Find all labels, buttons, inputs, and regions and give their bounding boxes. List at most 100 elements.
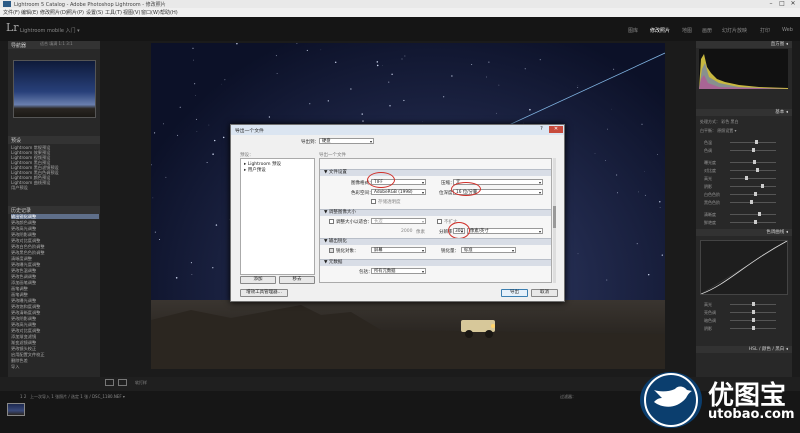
slider-9[interactable]: 鲜艳度: [704, 220, 788, 225]
softproof-checkbox[interactable]: 软打样: [135, 380, 147, 386]
history-item[interactable]: 更改阴影调整: [11, 232, 99, 237]
resize-dimension[interactable]: 2000: [401, 229, 412, 234]
slider-thumb[interactable]: [745, 176, 749, 180]
filmstrip-pages[interactable]: 1 2: [20, 394, 26, 399]
history-item[interactable]: 渐变滤镜调整: [11, 340, 99, 345]
white-balance-select[interactable]: 白平衡： 原照设置 ▾: [700, 128, 737, 134]
export-button[interactable]: 导出: [501, 289, 528, 297]
slider-thumb[interactable]: [754, 220, 758, 224]
slider-thumb[interactable]: [757, 212, 761, 216]
preset-user[interactable]: ▸ 用户预设: [244, 167, 266, 173]
slider-4[interactable]: 高光: [704, 176, 788, 181]
module-library[interactable]: 图库: [628, 27, 638, 34]
settings-scrollbar[interactable]: [553, 158, 556, 283]
close-button[interactable]: ✕: [788, 0, 798, 8]
resize-mode-select[interactable]: 长边: [371, 218, 426, 224]
metadata-select[interactable]: 所有元数据: [371, 268, 426, 274]
slider-thumb[interactable]: [752, 318, 755, 322]
basic-header[interactable]: 基本 ◂: [696, 109, 792, 116]
region-slider-1[interactable]: 亮色调: [704, 310, 788, 315]
navigator-thumbnail[interactable]: [13, 60, 96, 118]
color-space-select[interactable]: AdobeRGB (1998): [371, 189, 426, 195]
remove-preset-button[interactable]: 移去: [279, 276, 315, 284]
slider-thumb[interactable]: [754, 192, 758, 196]
region-slider-3[interactable]: 阴影: [704, 326, 788, 331]
presets-header[interactable]: 预设: [8, 136, 100, 144]
slider-thumb[interactable]: [754, 140, 758, 144]
before-after-icon[interactable]: [118, 379, 127, 386]
section-output-sharpening[interactable]: ▼ 输出锐化: [320, 238, 551, 245]
tone-curve-graph[interactable]: [700, 240, 788, 295]
section-image-sizing[interactable]: ▼ 调整图像大小: [320, 209, 551, 216]
history-item[interactable]: 更改曝光调整: [11, 298, 99, 303]
history-item[interactable]: 添加渐变滤镜: [11, 334, 99, 339]
menu-tools[interactable]: 工具(T): [105, 9, 122, 16]
slider-thumb[interactable]: [755, 168, 759, 172]
save-transparency-checkbox[interactable]: [371, 199, 376, 204]
slider-thumb[interactable]: [752, 326, 755, 330]
menu-file[interactable]: 文件(F): [3, 9, 20, 16]
slider-3[interactable]: 对比度: [704, 168, 788, 173]
history-item[interactable]: 更改黑色色阶调整: [11, 250, 99, 255]
export-to-select[interactable]: 硬盘: [319, 138, 374, 144]
slider-2[interactable]: 曝光度: [704, 160, 788, 165]
history-item[interactable]: 更改高光调整: [11, 226, 99, 231]
preset-list[interactable]: ▸ Lightroom 预设 ▸ 用户预设: [240, 158, 315, 275]
slider-track[interactable]: [730, 202, 776, 203]
minimize-button[interactable]: –: [766, 0, 776, 8]
history-item[interactable]: 删除色差: [11, 358, 99, 363]
loupe-view-icon[interactable]: [105, 379, 114, 386]
slider-track[interactable]: [730, 170, 776, 171]
slider-track[interactable]: [730, 186, 776, 187]
resolution-unit-select[interactable]: 像素/英寸: [467, 228, 543, 234]
slider-track[interactable]: [730, 194, 776, 195]
history-item[interactable]: 画笔调整: [11, 292, 99, 297]
filmstrip-path[interactable]: 上一次导入 1 张照片 / 选定 1 张 / DSC_1180.NEF ▾: [30, 394, 125, 400]
slider-1[interactable]: 色调: [704, 148, 788, 153]
region-slider-0[interactable]: 高光: [704, 302, 788, 307]
menu-develop[interactable]: 修改照片(D): [40, 9, 68, 16]
scrollbar-thumb[interactable]: [553, 206, 556, 228]
module-print[interactable]: 打印: [760, 27, 770, 34]
hsl-header[interactable]: HSL / 颜色 / 黑白 ◂: [696, 346, 792, 353]
history-item[interactable]: 更改白色色阶调整: [11, 244, 99, 249]
navigator-zoom-modes[interactable]: 适合 填满 1:1 3:1: [40, 41, 73, 47]
menu-edit[interactable]: 编辑(E): [21, 9, 38, 16]
menu-help[interactable]: 帮助(H): [160, 9, 178, 16]
preset-item[interactable]: 用户预设: [11, 185, 99, 190]
tone-curve-header[interactable]: 色调曲线 ◂: [696, 229, 792, 236]
history-item[interactable]: 导入: [11, 364, 99, 369]
slider-thumb[interactable]: [749, 200, 753, 204]
slider-track[interactable]: [730, 222, 776, 223]
section-file-settings[interactable]: ▼ 文件设置: [320, 169, 551, 176]
menu-settings[interactable]: 设置(S): [86, 9, 103, 16]
resize-unit[interactable]: 像素: [416, 229, 425, 235]
sharpen-target-select[interactable]: 屏幕: [371, 247, 426, 253]
slider-track[interactable]: [730, 178, 776, 179]
module-map[interactable]: 地图: [682, 27, 692, 34]
maximize-button[interactable]: □: [777, 0, 787, 8]
catalog-name[interactable]: Lightroom mobile 入门 ▾: [20, 27, 80, 34]
history-item[interactable]: 更改饱和度调整: [11, 304, 99, 309]
history-item[interactable]: 清晰度调整: [11, 256, 99, 261]
cancel-button[interactable]: 取消: [531, 289, 558, 297]
dialog-close-button[interactable]: ✕: [549, 126, 563, 133]
slider-7[interactable]: 黑色色阶: [704, 200, 788, 205]
history-item[interactable]: 画笔调整: [11, 286, 99, 291]
dialog-help-button[interactable]: ?: [537, 126, 546, 133]
history-item[interactable]: 更改对比度调整: [11, 328, 99, 333]
history-item[interactable]: 更改清晰度调整: [11, 310, 99, 315]
slider-0[interactable]: 色温: [704, 140, 788, 145]
history-item[interactable]: 更改对比度调整: [11, 238, 99, 243]
slider-thumb[interactable]: [752, 148, 755, 152]
menu-photo[interactable]: 照片(P): [67, 9, 84, 16]
no-enlarge-checkbox[interactable]: [437, 219, 442, 224]
plugin-manager-button[interactable]: 增效工具管理器...: [240, 289, 288, 297]
history-item[interactable]: 输出锐化调整: [11, 214, 99, 219]
treatment-toggle[interactable]: 处理方式： 彩色 黑白: [700, 119, 739, 125]
add-preset-button[interactable]: 添加: [240, 276, 276, 284]
slider-track[interactable]: [730, 214, 776, 215]
region-slider-2[interactable]: 暗色调: [704, 318, 788, 323]
history-item[interactable]: 更改镜头校正: [11, 346, 99, 351]
slider-thumb[interactable]: [761, 184, 765, 188]
